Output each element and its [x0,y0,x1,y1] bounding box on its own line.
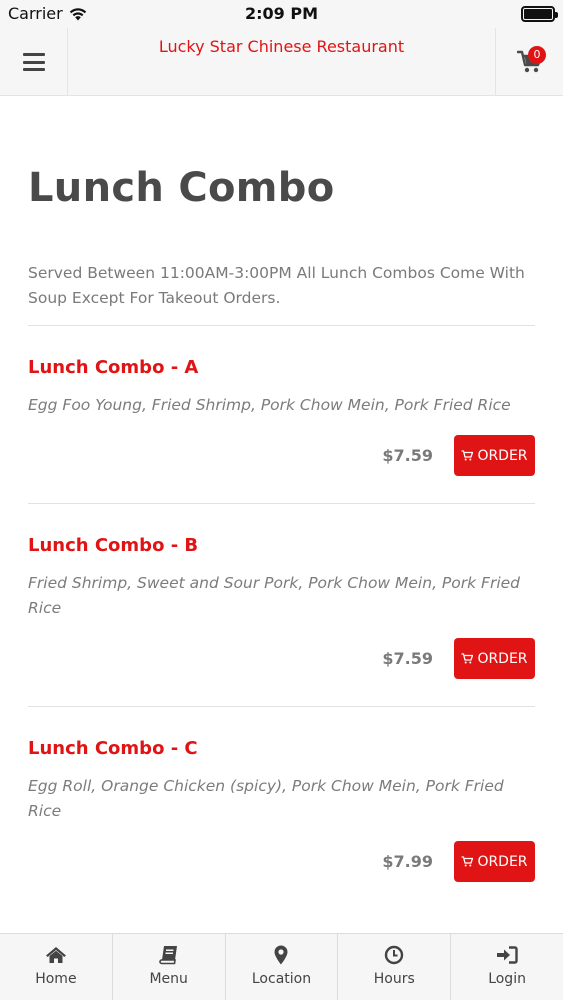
order-button[interactable]: ORDER [454,841,535,882]
status-bar: Carrier 2:09 PM [0,0,563,28]
cart-icon [461,653,474,664]
item-name: Lunch Combo - A [28,357,199,378]
page-title: Lunch Combo [28,165,335,211]
cart-icon [461,856,474,867]
item-price: $7.59 [382,446,433,465]
item-price: $7.99 [382,852,433,871]
order-button-label: ORDER [477,650,528,667]
tab-label: Location [251,971,312,987]
status-time: 2:09 PM [244,4,318,23]
order-button[interactable]: ORDER [454,435,535,476]
divider [28,706,535,707]
item-footer: $7.59 ORDER [28,435,535,476]
cart-icon [461,450,474,461]
cart-count-badge: 0 [528,46,546,64]
item-name: Lunch Combo - B [28,535,199,556]
battery-level [524,9,552,19]
order-button[interactable]: ORDER [454,638,535,679]
tab-label: Hours [373,971,415,987]
order-button-label: ORDER [477,853,528,870]
cart-button[interactable]: 0 [495,28,563,96]
bottom-tab-bar: Home Menu Location Hours Login [0,933,563,1000]
item-description: Egg Foo Young, Fried Shrimp, Pork Chow M… [28,396,511,414]
divider [28,325,535,326]
menu-item[interactable]: Lunch Combo - B Fried Shrimp, Sweet and … [28,535,535,707]
divider [28,503,535,504]
tab-login[interactable]: Login [451,934,563,1000]
tab-home[interactable]: Home [0,934,113,1000]
menu-item[interactable]: Lunch Combo - A Egg Foo Young, Fried Shr… [28,357,535,504]
tab-label: Home [35,971,77,987]
item-description: Fried Shrimp, Sweet and Sour Pork, Pork … [28,574,520,617]
login-icon [496,945,518,965]
item-footer: $7.99 ORDER [28,841,535,882]
item-price: $7.59 [382,649,433,668]
clock-icon [384,945,404,965]
tab-label: Login [488,971,526,987]
tab-hours[interactable]: Hours [338,934,452,1000]
tab-label: Menu [149,971,188,987]
hamburger-icon [22,53,45,71]
category-description: Served Between 11:00AM-3:00PM All Lunch … [28,264,525,307]
item-description: Egg Roll, Orange Chicken (spicy), Pork C… [28,777,504,820]
item-name: Lunch Combo - C [28,738,198,759]
book-icon [158,945,179,965]
item-footer: $7.59 ORDER [28,638,535,679]
menu-button[interactable] [0,28,68,96]
home-icon [45,945,67,965]
tab-menu[interactable]: Menu [113,934,226,1000]
app-header: Lucky Star Chinese Restaurant 0 [0,28,563,96]
restaurant-name: Lucky Star Chinese Restaurant [158,37,405,56]
menu-item[interactable]: Lunch Combo - C Egg Roll, Orange Chicken… [28,738,535,882]
map-pin-icon [274,945,288,965]
order-button-label: ORDER [477,447,528,464]
tab-location[interactable]: Location [226,934,339,1000]
battery-icon [521,6,558,22]
menu-category: Lunch Combo Served Between 11:00AM-3:00P… [28,97,535,882]
